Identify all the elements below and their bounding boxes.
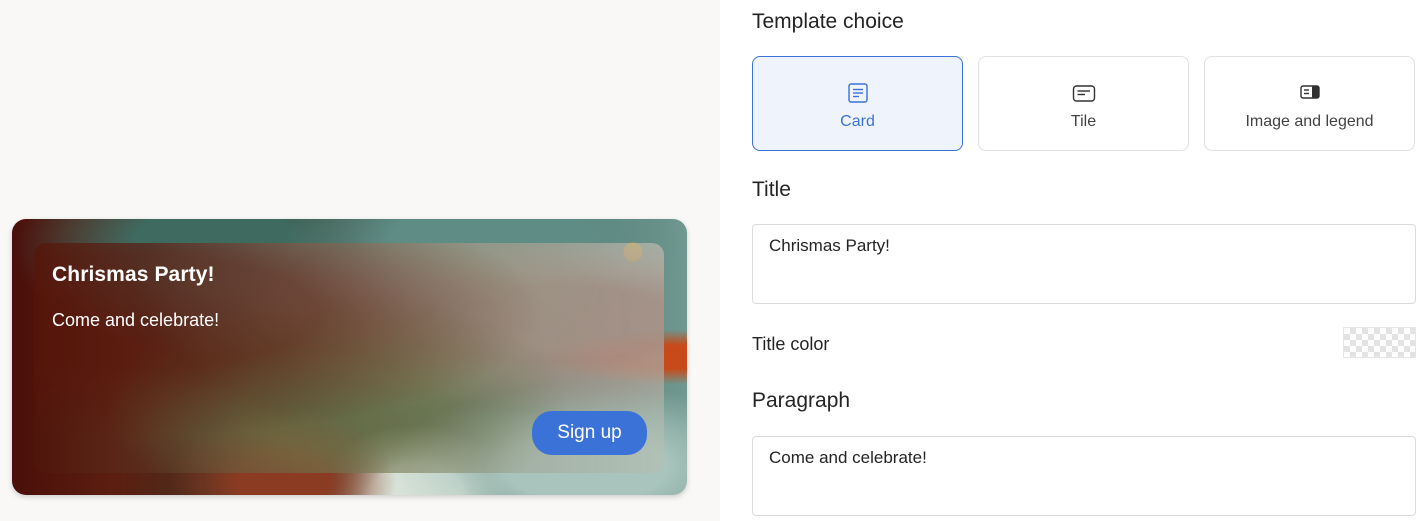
template-option-label: Tile [1070,113,1097,130]
title-color-picker[interactable] [1343,327,1416,358]
preview-pane: Chrismas Party! Come and celebrate! Sign… [0,0,720,521]
template-option-label: Image and legend [1245,113,1374,130]
template-option-label: Card [840,113,875,130]
template-option-card[interactable]: Card [752,56,963,151]
paragraph-input[interactable]: Come and celebrate! [752,436,1416,516]
title-input[interactable]: Chrismas Party! [752,224,1416,304]
card-template-icon [846,83,870,103]
sign-up-button[interactable]: Sign up [532,411,647,455]
card-title: Chrismas Party! [52,263,215,286]
image-legend-template-icon [1298,83,1322,103]
template-option-image-legend[interactable]: Image and legend [1204,56,1415,151]
card-paragraph: Come and celebrate! [52,310,220,330]
title-color-label: Title color [752,334,830,354]
paragraph-heading: Paragraph [752,389,851,412]
template-choice-heading: Template choice [752,10,904,33]
tile-template-icon [1072,83,1096,103]
template-option-tile[interactable]: Tile [978,56,1189,151]
title-heading: Title [752,178,791,201]
